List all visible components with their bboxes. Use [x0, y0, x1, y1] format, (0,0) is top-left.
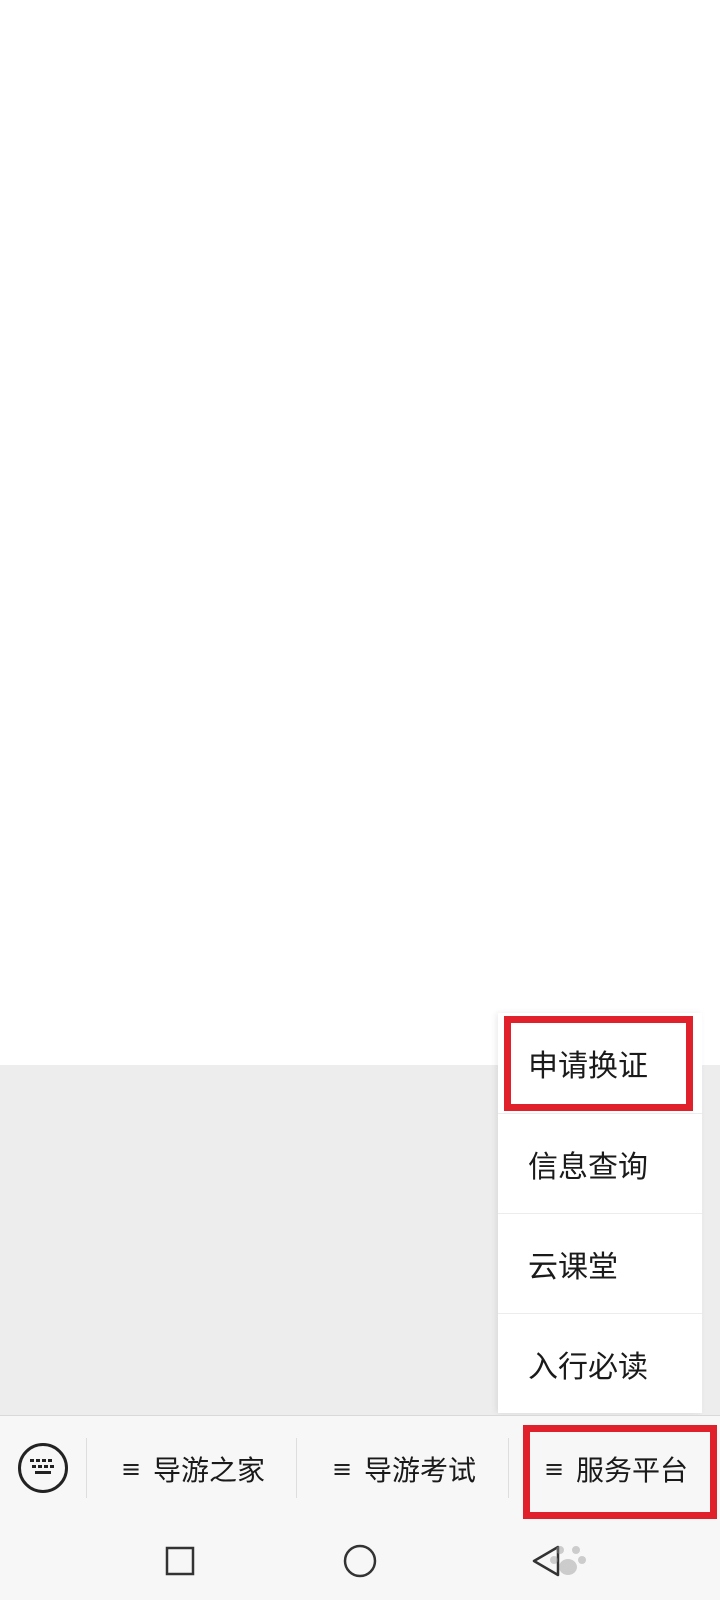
submenu-item-cloud-classroom[interactable]: 云课堂 — [498, 1213, 702, 1313]
submenu-item-info-query[interactable]: 信息查询 — [498, 1113, 702, 1213]
menu-tab-guide-exam[interactable]: ≡ 导游考试 — [300, 1416, 508, 1522]
home-button[interactable] — [334, 1535, 386, 1587]
menu-divider — [508, 1438, 509, 1498]
home-circle-icon — [343, 1544, 377, 1578]
menu-tab-label: 服务平台 — [576, 1454, 689, 1487]
menu-tab-guide-home[interactable]: ≡ 导游之家 — [90, 1416, 296, 1522]
menu-tab-label: 导游之家 — [153, 1454, 266, 1487]
menu-icon: ≡ — [543, 1455, 565, 1483]
submenu-item-label: 入行必读 — [528, 1349, 648, 1385]
submenu-item-label: 信息查询 — [528, 1149, 648, 1185]
recents-button[interactable] — [154, 1535, 206, 1587]
menu-divider — [296, 1438, 297, 1498]
watermark-logo — [548, 1530, 708, 1590]
menu-icon: ≡ — [331, 1455, 353, 1483]
bottom-menu-bar: ≡ 导游之家 ≡ 导游考试 ≡ 服务平台 — [0, 1415, 720, 1521]
paw-icon — [550, 1546, 586, 1575]
submenu-item-onboarding-guide[interactable]: 入行必读 — [498, 1313, 702, 1413]
keyboard-toggle-button[interactable] — [18, 1443, 68, 1493]
menu-divider — [86, 1438, 87, 1498]
webview-content-area — [0, 0, 720, 1065]
menu-tab-label: 导游考试 — [364, 1454, 477, 1487]
menu-tab-service-platform[interactable]: ≡ 服务平台 — [512, 1416, 720, 1522]
screen: 申请换证 信息查询 云课堂 入行必读 ≡ 导游之家 ≡ 导游考试 ≡ 服务平台 — [0, 0, 720, 1600]
submenu-item-label: 申请换证 — [528, 1049, 648, 1084]
submenu-item-apply-renewal[interactable]: 申请换证 — [498, 1013, 702, 1113]
menu-icon: ≡ — [120, 1455, 142, 1483]
keyboard-icon — [30, 1459, 54, 1474]
service-platform-submenu: 申请换证 信息查询 云课堂 入行必读 — [498, 1013, 702, 1413]
recents-square-icon — [165, 1546, 195, 1576]
submenu-item-label: 云课堂 — [528, 1249, 618, 1285]
